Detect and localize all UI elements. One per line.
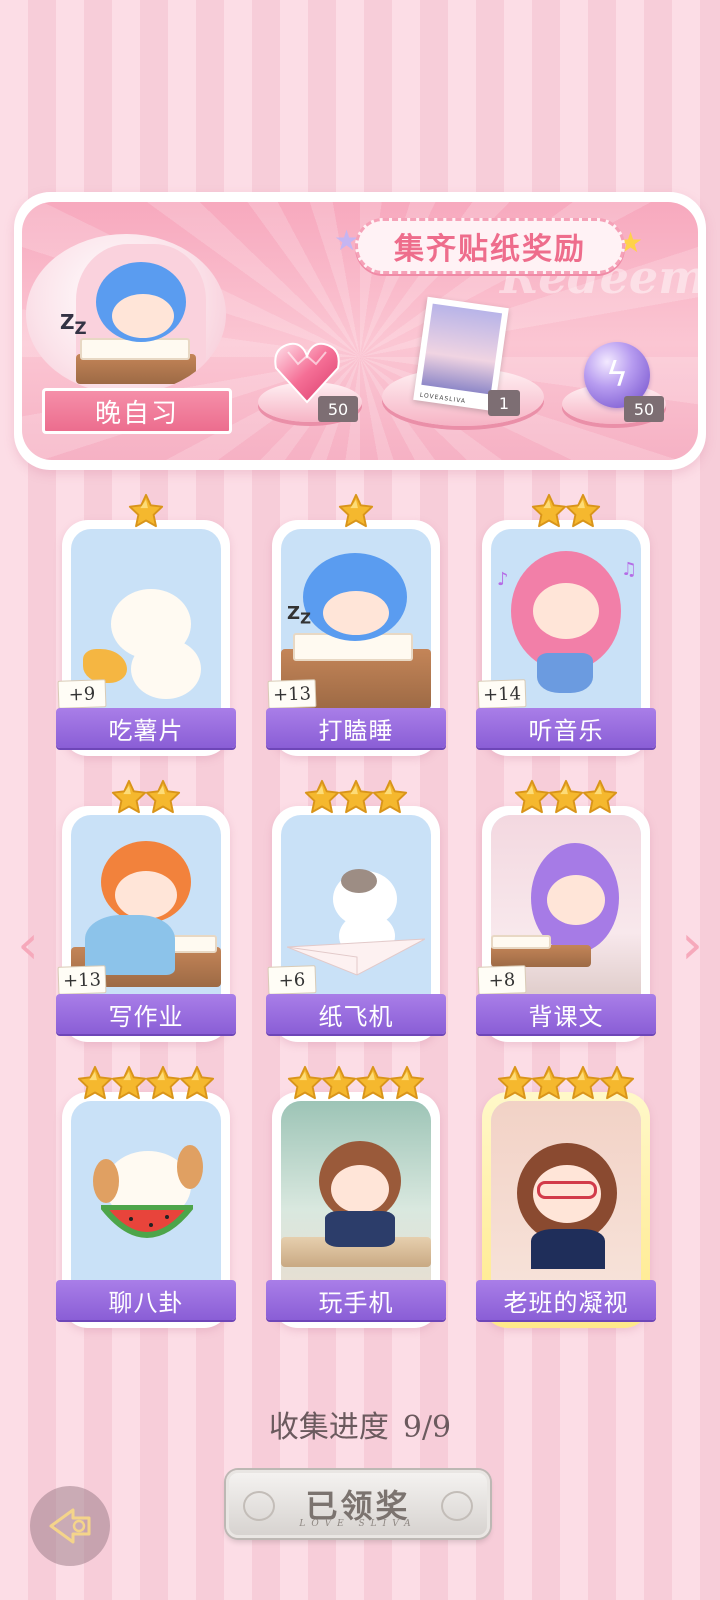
star-icon: [145, 1065, 181, 1100]
star-icon: [548, 779, 584, 814]
sticker-card[interactable]: 聊八卦: [56, 1065, 236, 1328]
sticker-name: 玩手机: [266, 1280, 446, 1320]
sticker-card[interactable]: 老班的凝视: [476, 1065, 656, 1328]
sticker-stars: [62, 492, 230, 530]
star-icon: [531, 493, 567, 528]
sticker-art: [491, 1101, 641, 1298]
banner-title: 集齐贴纸奖励: [355, 218, 625, 274]
sticker-bonus: +13: [57, 965, 107, 995]
sticker-name: 吃薯片: [56, 708, 236, 748]
sticker-bonus: +6: [267, 965, 317, 995]
sticker-bonus: +9: [57, 679, 107, 709]
back-arrow-icon: [49, 1508, 91, 1544]
sticker-stars: [482, 778, 650, 816]
star-icon: [111, 1065, 147, 1100]
sticker-card[interactable]: +13 写作业: [56, 779, 236, 1042]
star-icon: [355, 1065, 391, 1100]
progress-value: 9/9: [402, 1410, 452, 1445]
collection-progress: 收集进度 9/9: [0, 1402, 720, 1446]
sticker-name: 写作业: [56, 994, 236, 1034]
star-icon: [514, 779, 550, 814]
next-page-arrow-icon[interactable]: ›: [672, 915, 712, 975]
sticker-name: 听音乐: [476, 708, 656, 748]
star-icon: [111, 779, 147, 814]
star-icon: [372, 779, 408, 814]
star-icon: [338, 779, 374, 814]
sticker-card[interactable]: 玩手机: [266, 1065, 446, 1328]
star-icon: [304, 779, 340, 814]
star-icon: [145, 779, 181, 814]
star-icon: [599, 1065, 635, 1100]
sticker-art: [281, 1101, 431, 1298]
sticker-name: 打瞌睡: [266, 708, 446, 748]
sticker-name: 老班的凝视: [476, 1280, 656, 1320]
reward-count: 50: [318, 396, 358, 422]
sticker-stars: [272, 492, 440, 530]
claimed-button-subtitle: LOVE SLIVA: [299, 1519, 417, 1529]
star-icon: [582, 779, 618, 814]
sticker-stars: [272, 778, 440, 816]
sticker-card[interactable]: ♪ ♫ +14 听音乐: [476, 493, 656, 756]
progress-label: 收集进度: [268, 1410, 389, 1445]
reward-count: 50: [624, 396, 664, 422]
star-icon: [531, 1065, 567, 1100]
claimed-button[interactable]: 已领奖 LOVE SLIVA: [226, 1470, 490, 1538]
star-icon: [77, 1065, 113, 1100]
sticker-card[interactable]: +8 背课文: [476, 779, 656, 1042]
sticker-card[interactable]: ZZ +13 打瞌睡: [266, 493, 446, 756]
sticker-art: [71, 1101, 221, 1298]
star-icon: [389, 1065, 425, 1100]
star-icon: [179, 1065, 215, 1100]
sticker-bonus: +13: [267, 679, 317, 709]
sticker-stars: [482, 1064, 650, 1102]
sticker-stars: [62, 778, 230, 816]
star-icon: [321, 1065, 357, 1100]
sticker-bonus: +8: [477, 965, 527, 995]
sticker-card[interactable]: +6 纸飞机: [266, 779, 446, 1042]
star-icon: [128, 493, 164, 528]
sticker-name: 纸飞机: [266, 994, 446, 1034]
star-icon: [497, 1065, 533, 1100]
star-icon: [287, 1065, 323, 1100]
star-icon: [338, 493, 374, 528]
reward-count: 1: [488, 390, 520, 416]
sticker-card[interactable]: +9 吃薯片: [56, 493, 236, 756]
sticker-stars: [272, 1064, 440, 1102]
back-button[interactable]: [30, 1486, 110, 1566]
star-icon: [565, 1065, 601, 1100]
star-icon: [565, 493, 601, 528]
featured-sticker-label: 晚自习: [42, 388, 232, 434]
sticker-stars: [62, 1064, 230, 1102]
sticker-bonus: +14: [477, 679, 527, 709]
sticker-name: 聊八卦: [56, 1280, 236, 1320]
prev-page-arrow-icon[interactable]: ‹: [8, 915, 48, 975]
sticker-stars: [482, 492, 650, 530]
sticker-name: 背课文: [476, 994, 656, 1034]
featured-sticker-bubble: ZZ: [26, 234, 226, 394]
